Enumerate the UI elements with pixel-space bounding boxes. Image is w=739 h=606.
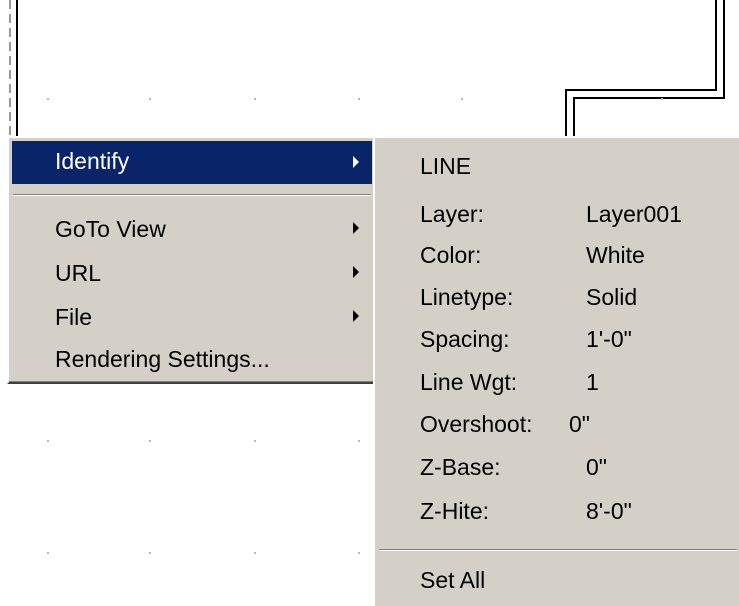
property-linetype-key: Linetype:: [420, 284, 514, 310]
property-spacing-key: Spacing:: [420, 326, 510, 352]
submenu-arrow-icon: [353, 222, 359, 234]
property-overshoot-key: Overshoot:: [420, 411, 533, 437]
submenu-arrow-icon: [353, 266, 359, 278]
set-all-button[interactable]: Set All: [420, 569, 485, 592]
property-spacing-value: 1'-0": [586, 326, 632, 352]
menu-item-goto-view[interactable]: GoTo View: [55, 218, 166, 241]
submenu-arrow-icon: [353, 156, 359, 168]
context-menu: Identify GoTo View URL File Rendering Se…: [7, 136, 379, 384]
canvas-double-wall-outer: [565, 0, 717, 140]
property-z-base-value: 0": [586, 454, 607, 480]
canvas-double-wall-inner: [573, 0, 725, 140]
menu-item-file[interactable]: File: [55, 306, 92, 329]
menu-separator: [13, 194, 371, 196]
menu-item-identify[interactable]: Identify: [55, 150, 129, 173]
submenu-separator: [379, 549, 737, 551]
property-color-value: White: [586, 242, 645, 268]
property-z-base-key: Z-Base:: [420, 454, 501, 480]
menu-item-url[interactable]: URL: [55, 262, 101, 285]
property-color-key: Color:: [420, 242, 482, 268]
identify-submenu: LINE Layer: Layer001 Color: White Linety…: [373, 136, 739, 606]
property-line-wgt-value: 1: [586, 369, 599, 395]
property-linetype-value: Solid: [586, 284, 638, 310]
menu-item-rendering-settings[interactable]: Rendering Settings...: [55, 348, 270, 371]
property-layer-value: Layer001: [586, 201, 682, 227]
property-line-wgt-key: Line Wgt:: [420, 369, 518, 395]
submenu-arrow-icon: [353, 310, 359, 322]
property-z-hite-key: Z-Hite:: [420, 498, 489, 524]
property-layer-key: Layer:: [420, 201, 484, 227]
property-overshoot-value: 0": [569, 411, 590, 437]
property-z-hite-value: 8'-0": [586, 498, 632, 524]
submenu-header-line: LINE: [420, 153, 472, 179]
